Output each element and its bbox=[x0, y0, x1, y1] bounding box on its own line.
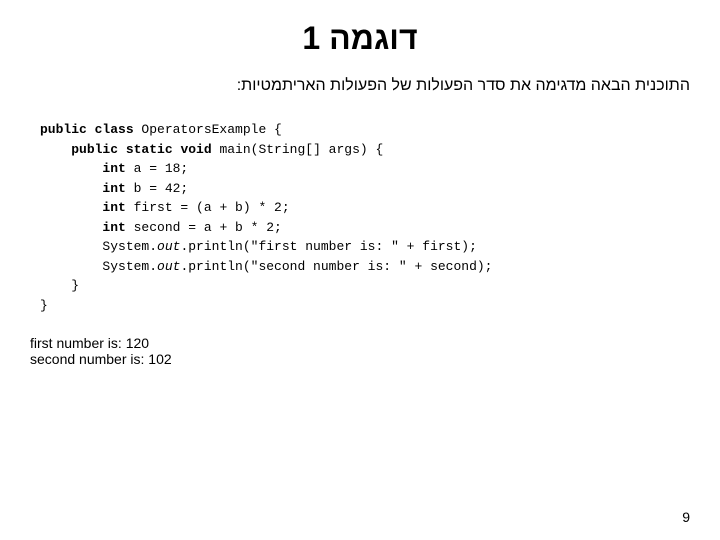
output-block: first number is: 120 second number is: 1… bbox=[30, 335, 690, 367]
code-indent: System. bbox=[40, 239, 157, 254]
code-line-5: int first = (a + b) * 2; bbox=[40, 198, 680, 218]
code-text: OperatorsExample { bbox=[141, 122, 281, 137]
code-text: .println("second number is: " + second); bbox=[180, 259, 492, 274]
keyword-int: int bbox=[102, 181, 125, 196]
keyword: class bbox=[95, 122, 142, 137]
code-text: a = 18; bbox=[126, 161, 188, 176]
code-line-8: System.out.println("second number is: " … bbox=[40, 257, 680, 277]
code-text: .println("first number is: " + first); bbox=[180, 239, 476, 254]
keyword: public bbox=[71, 142, 126, 157]
code-line-6: int second = a + b * 2; bbox=[40, 218, 680, 238]
code-indent bbox=[40, 161, 102, 176]
output-line-1: first number is: 120 bbox=[30, 335, 690, 351]
keyword: public bbox=[40, 122, 95, 137]
code-text: first = (a + b) * 2; bbox=[126, 200, 290, 215]
keyword: void bbox=[180, 142, 219, 157]
keyword-int: int bbox=[102, 200, 125, 215]
code-text: } bbox=[40, 298, 48, 313]
keyword-int: int bbox=[102, 161, 125, 176]
subtitle: התוכנית הבאה מדגימה את סדר הפעולות של הפ… bbox=[30, 77, 690, 95]
code-text: second = a + b * 2; bbox=[126, 220, 282, 235]
code-text: b = 42; bbox=[126, 181, 188, 196]
code-italic: out bbox=[157, 259, 180, 274]
page-title: דוגמה 1 bbox=[30, 20, 690, 57]
output-line-2: second number is: 102 bbox=[30, 351, 690, 367]
code-indent bbox=[40, 142, 71, 157]
page-container: דוגמה 1 התוכנית הבאה מדגימה את סדר הפעול… bbox=[0, 0, 720, 540]
code-italic: out bbox=[157, 239, 180, 254]
code-line-3: int a = 18; bbox=[40, 159, 680, 179]
keyword-int: int bbox=[102, 220, 125, 235]
code-line-7: System.out.println("first number is: " +… bbox=[40, 237, 680, 257]
code-text: } bbox=[40, 278, 79, 293]
code-block: public class OperatorsExample { public s… bbox=[30, 115, 690, 320]
code-line-10: } bbox=[40, 296, 680, 316]
code-line-9: } bbox=[40, 276, 680, 296]
code-indent bbox=[40, 181, 102, 196]
code-indent bbox=[40, 220, 102, 235]
code-line-1: public class OperatorsExample { bbox=[40, 120, 680, 140]
code-indent bbox=[40, 200, 102, 215]
page-number: 9 bbox=[682, 509, 690, 525]
code-line-2: public static void main(String[] args) { bbox=[40, 140, 680, 160]
keyword: static bbox=[126, 142, 181, 157]
code-text: main(String[] args) { bbox=[219, 142, 383, 157]
code-line-4: int b = 42; bbox=[40, 179, 680, 199]
code-indent: System. bbox=[40, 259, 157, 274]
